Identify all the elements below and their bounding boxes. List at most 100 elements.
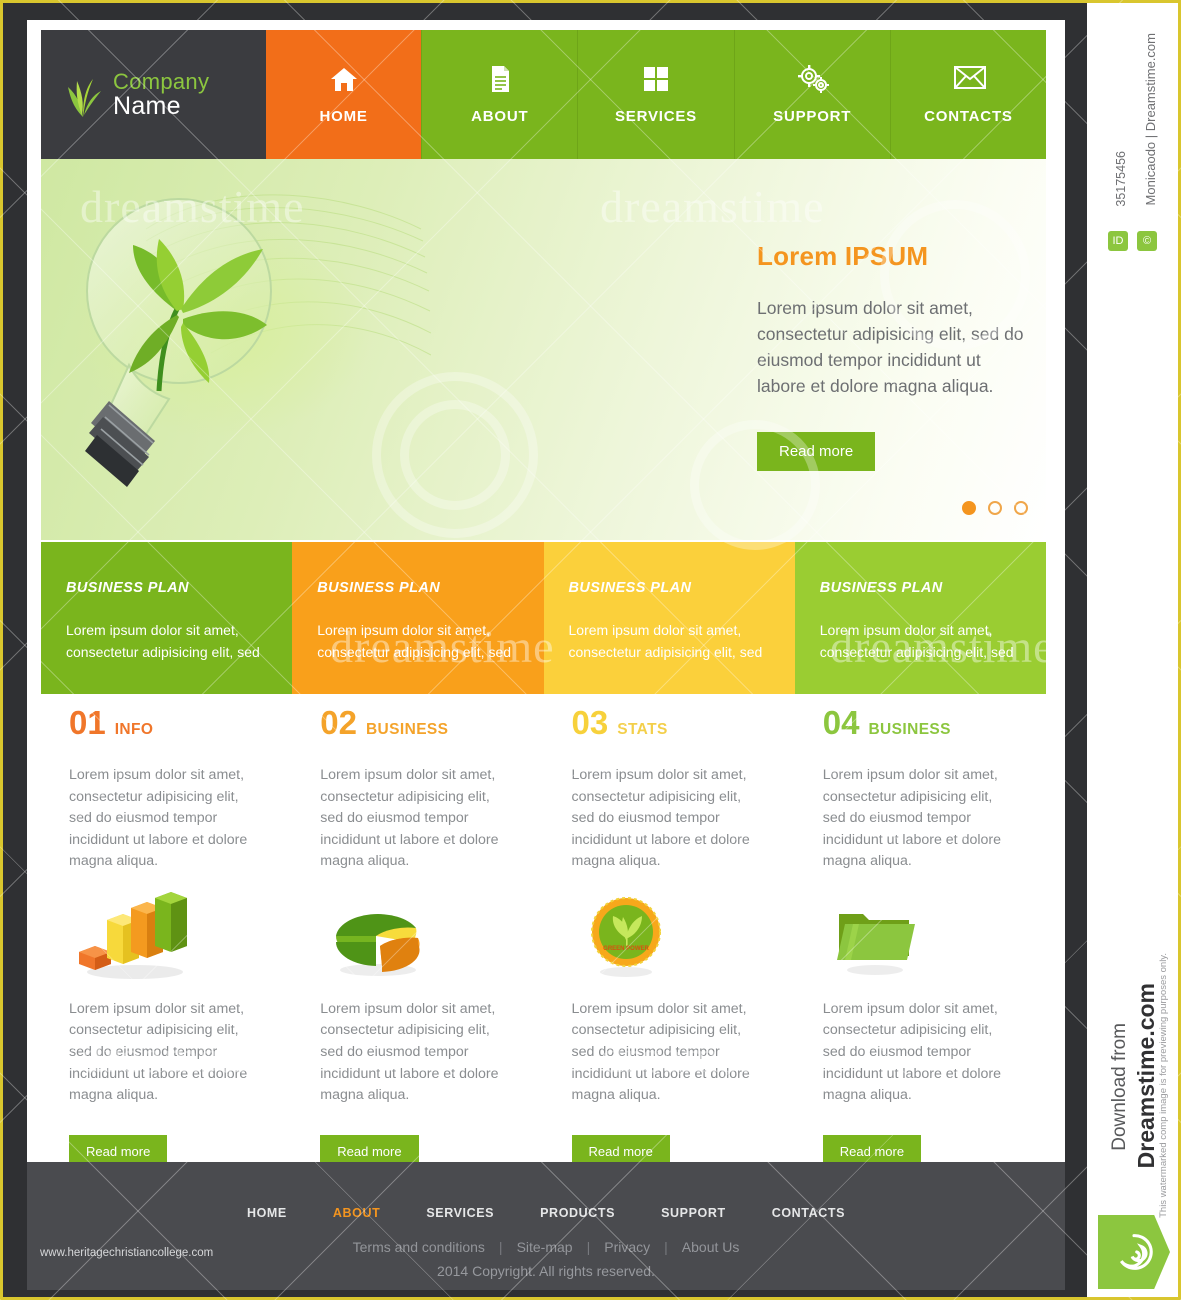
footer-nav-services[interactable]: SERVICES xyxy=(426,1206,494,1220)
business-plan-card-4[interactable]: BUSINESS PLAN Lorem ipsum dolor sit amet… xyxy=(794,542,1046,694)
grid-squares-icon xyxy=(641,64,671,94)
column-text-top: Lorem ipsum dolor sit amet, consectetur … xyxy=(822,767,1002,870)
plan-text: Lorem ipsum dolor sit amet, consectetur … xyxy=(317,622,512,660)
column-number: 04 xyxy=(822,704,860,741)
footer-nav-home[interactable]: HOME xyxy=(247,1206,287,1220)
footer-link-about-us[interactable]: About Us xyxy=(682,1239,740,1255)
dreamstime-rail: Monicaodo | Dreamstime.com 35175456 ID ©… xyxy=(1087,3,1178,1297)
nav-label-services: SERVICES xyxy=(615,108,697,125)
plan-title: BUSINESS PLAN xyxy=(66,580,189,596)
footer-link-terms[interactable]: Terms and conditions xyxy=(353,1239,485,1255)
column-name: INFO xyxy=(114,721,154,738)
green-lightbulb-leaf-icon xyxy=(51,169,432,539)
watermark-note: This watermarked comp image is for previ… xyxy=(1158,953,1169,1218)
carousel-dot-1[interactable] xyxy=(962,501,976,515)
column-name: BUSINESS xyxy=(365,721,449,738)
footer-navigation: HOME ABOUT SERVICES PRODUCTS SUPPORT CON… xyxy=(27,1162,1065,1220)
brand-line-2: Name xyxy=(113,91,181,120)
copyright-badge-icon: © xyxy=(1137,231,1157,251)
feature-column-2: 02 BUSINESS Lorem ipsum dolor sit amet, … xyxy=(292,706,543,1168)
nav-label-contacts: CONTACTS xyxy=(924,108,1013,125)
dreamstime-swirl-icon xyxy=(1098,1215,1170,1289)
green-power-badge-icon: GREEN POWER xyxy=(572,887,767,987)
business-plan-card-3[interactable]: BUSINESS PLAN Lorem ipsum dolor sit amet… xyxy=(543,542,795,694)
brand-line-1: Company xyxy=(113,68,210,94)
nav-item-home[interactable]: HOME xyxy=(266,30,423,159)
hero-text: Lorem ipsum dolor sit amet, consectetur … xyxy=(757,298,1024,396)
feature-column-1: 01 INFO Lorem ipsum dolor sit amet, cons… xyxy=(41,706,292,1168)
home-icon xyxy=(329,64,359,94)
business-plan-strip: BUSINESS PLAN Lorem ipsum dolor sit amet… xyxy=(41,542,1046,694)
feature-column-3: 03 STATS Lorem ipsum dolor sit amet, con… xyxy=(544,704,795,1168)
column-heading: 01 INFO xyxy=(69,706,264,739)
footer-nav-contacts[interactable]: CONTACTS xyxy=(772,1206,845,1220)
hero-read-more-button[interactable]: Read more xyxy=(757,431,876,471)
column-number: 01 xyxy=(69,704,106,741)
footer-separator: | xyxy=(664,1239,668,1255)
svg-text:GREEN POWER: GREEN POWER xyxy=(603,946,649,952)
nav-label-about: ABOUT xyxy=(471,108,529,125)
column-name: STATS xyxy=(617,721,668,738)
column-heading: 02 BUSINESS xyxy=(320,706,515,739)
site-footer: HOME ABOUT SERVICES PRODUCTS SUPPORT CON… xyxy=(27,1162,1065,1290)
watermark-credit: Monicaodo | Dreamstime.com xyxy=(1143,33,1158,206)
hero-title: Lorem IPSUM xyxy=(757,241,929,271)
plan-text: Lorem ipsum dolor sit amet, consectetur … xyxy=(66,622,260,660)
leaf-logo-icon xyxy=(63,71,103,119)
carousel-dots[interactable] xyxy=(962,501,1028,515)
watermark-image-id: 35175456 xyxy=(1114,151,1128,207)
top-navigation-bar: Company Name HOME ABOUT SERVICES SUPPORT… xyxy=(41,30,1047,159)
nav-item-about[interactable]: ABOUT xyxy=(422,30,579,159)
column-text-bottom: Lorem ipsum dolor sit amet, consectetur … xyxy=(69,1000,248,1104)
nav-item-support[interactable]: SUPPORT xyxy=(734,30,891,159)
column-number: 03 xyxy=(571,704,609,741)
footer-nav-support[interactable]: SUPPORT xyxy=(661,1206,726,1220)
nav-item-services[interactable]: SERVICES xyxy=(578,30,735,159)
plan-title: BUSINESS PLAN xyxy=(819,580,943,596)
business-plan-card-1[interactable]: BUSINESS PLAN Lorem ipsum dolor sit amet… xyxy=(41,542,293,694)
pie-chart-3d-icon xyxy=(320,887,515,987)
column-text-top: Lorem ipsum dolor sit amet, consectetur … xyxy=(320,767,499,870)
dreamstime-brand-label: Dreamstime.com xyxy=(1133,983,1159,1169)
site-url-label: www.heritagechristiancollege.com xyxy=(40,1247,214,1259)
hero-banner: Lorem IPSUM Lorem ipsum dolor sit amet, … xyxy=(41,159,1046,540)
column-text-bottom: Lorem ipsum dolor sit amet, consectetur … xyxy=(822,1000,1002,1104)
business-plan-card-2[interactable]: BUSINESS PLAN Lorem ipsum dolor sit amet… xyxy=(292,542,544,694)
column-heading: 04 BUSINESS xyxy=(823,706,1018,739)
footer-link-sitemap[interactable]: Site-map xyxy=(517,1239,573,1255)
footer-nav-products[interactable]: PRODUCTS xyxy=(540,1206,615,1220)
hero-copy: Lorem IPSUM Lorem ipsum dolor sit amet, … xyxy=(757,241,1032,471)
download-from-label: Download from xyxy=(1109,1023,1130,1151)
column-text-bottom: Lorem ipsum dolor sit amet, consectetur … xyxy=(571,1000,750,1104)
carousel-dot-2[interactable] xyxy=(988,501,1002,515)
envelope-icon xyxy=(953,64,987,94)
brand-text: Company Name xyxy=(113,70,209,119)
feature-columns: 01 INFO Lorem ipsum dolor sit amet, cons… xyxy=(41,704,1046,1168)
bar-chart-3d-icon xyxy=(69,887,264,987)
folder-icon xyxy=(823,887,1018,987)
column-text-top: Lorem ipsum dolor sit amet, consectetur … xyxy=(69,767,248,870)
brand-logo-block[interactable]: Company Name xyxy=(41,30,266,159)
column-name: BUSINESS xyxy=(868,721,951,738)
column-text-bottom: Lorem ipsum dolor sit amet, consectetur … xyxy=(320,1000,499,1104)
gears-icon xyxy=(797,64,830,94)
plan-title: BUSINESS PLAN xyxy=(317,580,441,596)
nav-item-contacts[interactable]: CONTACTS xyxy=(890,30,1047,159)
plan-title: BUSINESS PLAN xyxy=(568,580,692,596)
id-badge-icon: ID xyxy=(1108,231,1128,251)
footer-separator: | xyxy=(498,1239,503,1255)
column-text-top: Lorem ipsum dolor sit amet, consectetur … xyxy=(571,767,750,870)
stock-photo-canvas: Company Name HOME ABOUT SERVICES SUPPORT… xyxy=(0,0,1181,1300)
nav-label-home: HOME xyxy=(319,108,368,125)
plan-text: Lorem ipsum dolor sit amet, consectetur … xyxy=(568,622,763,660)
plan-text: Lorem ipsum dolor sit amet, consectetur … xyxy=(819,622,1014,660)
carousel-dot-3[interactable] xyxy=(1014,501,1028,515)
nav-label-support: SUPPORT xyxy=(773,108,852,125)
footer-nav-about[interactable]: ABOUT xyxy=(333,1206,380,1220)
feature-column-4: 04 BUSINESS Lorem ipsum dolor sit amet, … xyxy=(795,706,1046,1168)
footer-separator: | xyxy=(586,1239,591,1255)
footer-copyright: 2014 Copyright. All rights reserved. xyxy=(437,1263,655,1279)
column-number: 02 xyxy=(320,704,357,741)
footer-link-privacy[interactable]: Privacy xyxy=(604,1239,650,1255)
document-icon xyxy=(485,64,515,94)
